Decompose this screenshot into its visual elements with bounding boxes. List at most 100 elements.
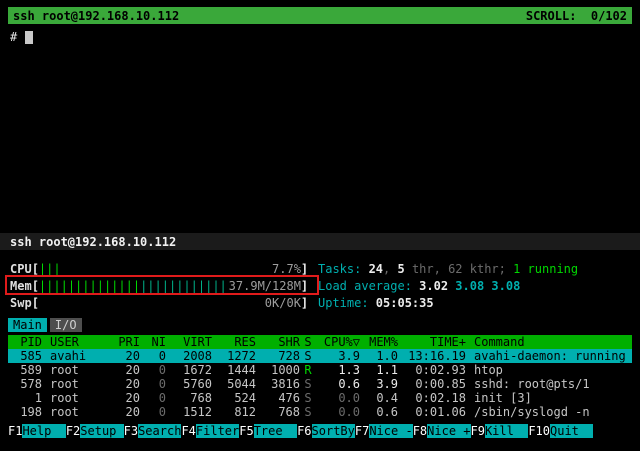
header-virt[interactable]: VIRT	[166, 335, 212, 349]
mem-bars-cache: ||||||||||||	[140, 279, 227, 293]
process-row-1[interactable]: 1 root 20 0 768 524 476 S 0.0 0.4 0:02.1…	[8, 391, 632, 405]
fkey-quit[interactable]: F10Quit	[528, 424, 593, 438]
cell-pri: 20	[114, 405, 140, 419]
fkey-sortby[interactable]: F6SortBy	[297, 424, 355, 438]
fkey-help-key: F1	[8, 424, 22, 438]
fkey-nice-minus-label: Nice -	[369, 424, 412, 438]
cell-cpu: 0.6	[316, 377, 360, 391]
shell-prompt-line[interactable]: #	[10, 30, 33, 44]
tasks-count: 24	[369, 262, 383, 276]
cell-cpu: 3.9	[316, 349, 360, 363]
swap-meter-open-bracket: [	[32, 296, 39, 310]
cpu-meter-close-bracket: ]	[301, 262, 308, 276]
cell-state: S	[300, 349, 316, 363]
cell-ni: 0	[140, 363, 166, 377]
header-user[interactable]: USER	[42, 335, 114, 349]
mem-meter: Mem[||||||||||||||||||||||||||37.9M/128M…	[10, 279, 308, 293]
uptime-value: 05:05:35	[376, 296, 434, 310]
header-pid[interactable]: PID	[8, 335, 42, 349]
header-mem[interactable]: MEM%	[360, 335, 398, 349]
cell-virt: 5760	[166, 377, 212, 391]
cell-cpu: 1.3	[316, 363, 360, 377]
fkey-sortby-label: SortBy	[312, 424, 355, 438]
cell-virt: 1672	[166, 363, 212, 377]
cell-pid: 198	[8, 405, 42, 419]
process-table-header: PID USER PRI NI VIRT RES SHR S CPU%▽ MEM…	[8, 335, 632, 349]
cell-mem: 1.0	[360, 349, 398, 363]
process-row-589[interactable]: 589 root 20 0 1672 1444 1000 R 1.3 1.1 0…	[8, 363, 632, 377]
process-row-585-selected[interactable]: 585 avahi 20 0 2008 1272 728 S 3.9 1.0 1…	[8, 349, 632, 363]
cpu-meter: CPU[|||7.7%]	[10, 262, 308, 276]
mem-meter-value: 37.9M/128M	[229, 279, 301, 293]
threads-label: thr,	[405, 262, 448, 276]
mem-bars-used: ||||||||||||||	[39, 279, 140, 293]
cell-res: 524	[212, 391, 256, 405]
fkey-quit-label: Quit	[550, 424, 593, 438]
header-shr[interactable]: SHR	[256, 335, 300, 349]
fkey-search-key: F3	[124, 424, 138, 438]
load-label: Load average:	[318, 279, 419, 293]
load-1min: 3.02	[419, 279, 455, 293]
fkey-filter-key: F4	[181, 424, 195, 438]
tasks-sep-1: ,	[383, 262, 397, 276]
cell-state: R	[300, 363, 316, 377]
cpu-meter-open-bracket: [	[32, 262, 39, 276]
mem-meter-label: Mem	[10, 279, 32, 293]
function-key-bar: F1Help F2Setup F3Search F4Filter F5Tree …	[8, 424, 593, 438]
cell-shr: 3816	[256, 377, 300, 391]
fkey-help[interactable]: F1Help	[8, 424, 66, 438]
header-command[interactable]: Command	[466, 335, 632, 349]
fkey-tree-key: F5	[239, 424, 253, 438]
fkey-tree[interactable]: F5Tree	[239, 424, 297, 438]
tab-io[interactable]: I/O	[50, 318, 82, 332]
mem-meter-close-bracket: ]	[301, 279, 308, 293]
fkey-kill-label: Kill	[485, 424, 528, 438]
header-cpu[interactable]: CPU%▽	[316, 335, 360, 349]
cell-mem: 1.1	[360, 363, 398, 377]
process-row-198[interactable]: 198 root 20 0 1512 812 768 S 0.0 0.6 0:0…	[8, 405, 632, 419]
fkey-nice-plus-key: F8	[413, 424, 427, 438]
cell-state: S	[300, 405, 316, 419]
swap-meter-close-bracket: ]	[301, 296, 308, 310]
cell-command: /sbin/syslogd -n	[466, 405, 632, 419]
mem-meter-bars: ||||||||||||||||||||||||||	[39, 279, 227, 293]
header-ni[interactable]: NI	[140, 335, 166, 349]
fkey-nice-minus[interactable]: F7Nice -	[355, 424, 413, 438]
cell-pri: 20	[114, 391, 140, 405]
header-res[interactable]: RES	[212, 335, 256, 349]
tab-main[interactable]: Main	[8, 318, 47, 332]
kthreads-count: 62 kthr	[448, 262, 499, 276]
cell-user: avahi	[42, 349, 114, 363]
cell-pid: 585	[8, 349, 42, 363]
header-time[interactable]: TIME+	[398, 335, 466, 349]
cell-user: root	[42, 391, 114, 405]
fkey-nice-plus[interactable]: F8Nice +	[413, 424, 471, 438]
top-pane-title: ssh root@192.168.10.112	[13, 9, 179, 23]
cpu-meter-bars: |||	[39, 262, 61, 276]
cell-ni: 0	[140, 377, 166, 391]
fkey-sortby-key: F6	[297, 424, 311, 438]
cell-res: 812	[212, 405, 256, 419]
process-row-578[interactable]: 578 root 20 0 5760 5044 3816 S 0.6 3.9 0…	[8, 377, 632, 391]
scroll-indicator: SCROLL: 0/102	[526, 9, 627, 23]
cpu-meter-value: 7.7%	[272, 262, 301, 276]
fkey-help-label: Help	[22, 424, 65, 438]
swap-meter-label: Swp	[10, 296, 32, 310]
fkey-setup-label: Setup	[80, 424, 123, 438]
fkey-filter[interactable]: F4Filter	[181, 424, 239, 438]
fkey-search[interactable]: F3Search	[124, 424, 182, 438]
cell-pid: 578	[8, 377, 42, 391]
cell-time: 0:00.85	[398, 377, 466, 391]
fkey-quit-key: F10	[528, 424, 550, 438]
fkey-kill[interactable]: F9Kill	[471, 424, 529, 438]
cell-shr: 728	[256, 349, 300, 363]
cell-mem: 3.9	[360, 377, 398, 391]
cell-virt: 768	[166, 391, 212, 405]
swap-meter-value: 0K/0K	[265, 296, 301, 310]
cell-res: 5044	[212, 377, 256, 391]
fkey-tree-label: Tree	[254, 424, 297, 438]
fkey-nice-plus-label: Nice +	[427, 424, 470, 438]
header-state[interactable]: S	[300, 335, 316, 349]
fkey-setup[interactable]: F2Setup	[66, 424, 124, 438]
header-pri[interactable]: PRI	[114, 335, 140, 349]
